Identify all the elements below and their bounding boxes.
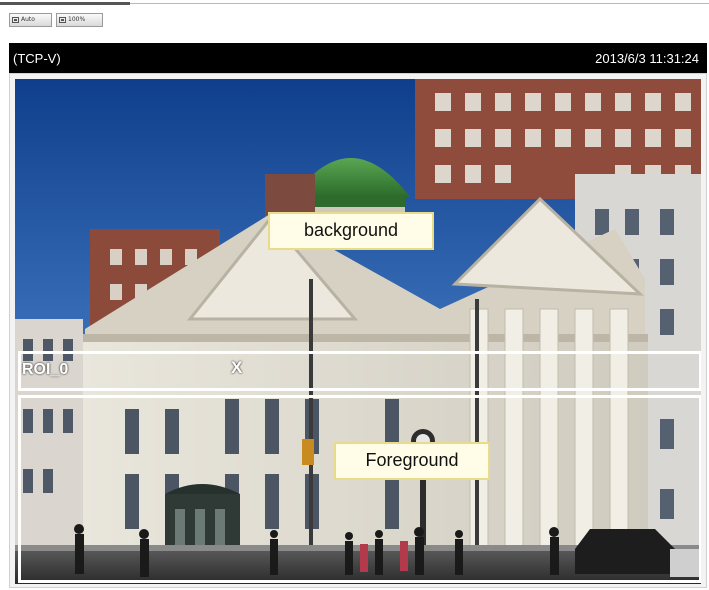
- roi-region-box[interactable]: [18, 351, 701, 391]
- video-viewer: (TCP-V) 2013/6/3 11:31:24 ROI_0 X backgr…: [9, 43, 707, 588]
- caption-bar: (TCP-V) 2013/6/3 11:31:24: [9, 43, 707, 73]
- roi-close-icon[interactable]: X: [231, 358, 242, 378]
- top-divider-accent: [0, 2, 130, 5]
- roi-label: ROI_0: [22, 361, 69, 378]
- zoom-auto-label: Auto: [21, 16, 35, 23]
- background-label: background: [268, 212, 434, 250]
- screen-icon: [59, 17, 66, 23]
- video-stream[interactable]: ROI_0 X background Foreground: [15, 79, 701, 584]
- zoom-100-label: 100%: [68, 16, 86, 23]
- screen-icon: [12, 17, 19, 23]
- timestamp: 2013/6/3 11:31:24: [595, 51, 699, 66]
- camera-live-view-page: Auto 100% (TCP-V) 2013/6/3 11:31:24 ROI_…: [0, 0, 709, 590]
- stream-label: (TCP-V): [13, 51, 61, 66]
- foreground-region-box[interactable]: [18, 395, 701, 583]
- zoom-100-button[interactable]: 100%: [56, 13, 103, 27]
- video-frame: ROI_0 X background Foreground: [9, 73, 707, 588]
- zoom-auto-button[interactable]: Auto: [9, 13, 52, 27]
- foreground-label: Foreground: [334, 442, 490, 480]
